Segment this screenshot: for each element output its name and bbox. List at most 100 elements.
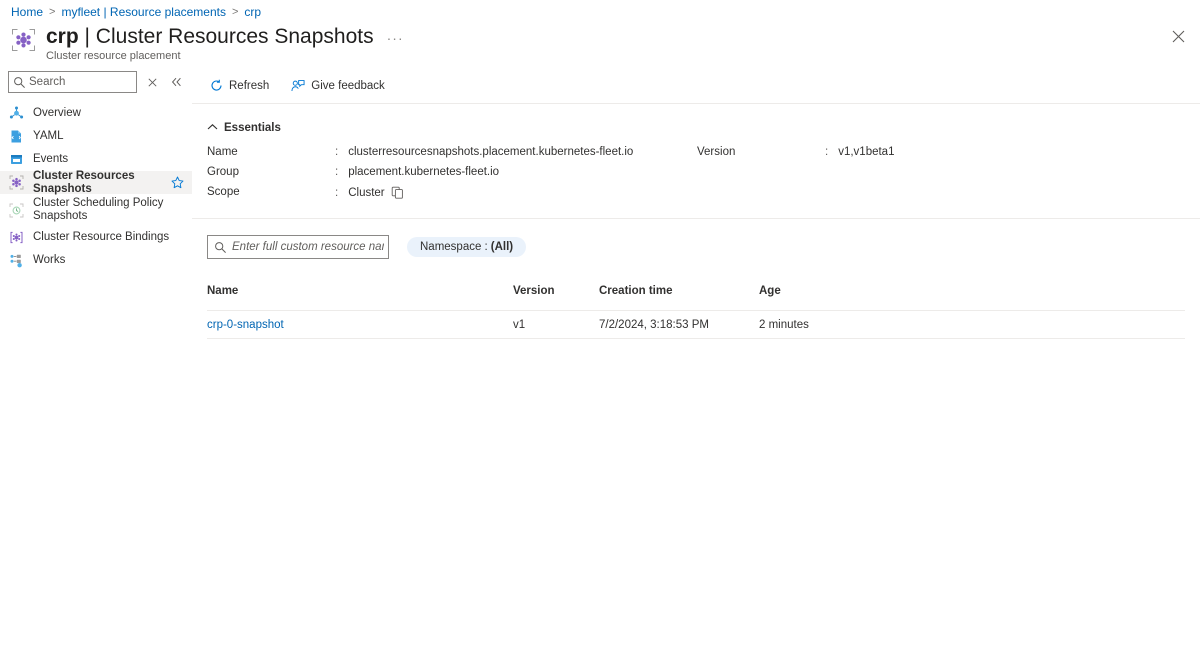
table-header-row: Name Version Creation time Age [207,285,1185,311]
essentials-key: Group [207,166,335,178]
give-feedback-label: Give feedback [311,80,385,92]
refresh-button[interactable]: Refresh [207,73,271,99]
sidebar-item-cluster-scheduling-policy-snapshots[interactable]: Cluster Scheduling Policy Snapshots [0,194,192,226]
page-title-resource: crp [46,25,79,48]
works-icon [9,253,24,268]
cell-version: v1 [513,319,599,331]
cell-age: 2 minutes [759,319,879,331]
essentials-row-name: Name : clusterresourcesnapshots.placemen… [207,146,697,166]
sidebar-item-label: Cluster Scheduling Policy Snapshots [33,197,184,223]
cell-name: crp-0-snapshot [207,319,513,331]
essentials-value: : clusterresourcesnapshots.placement.kub… [335,146,633,158]
chevron-up-icon [207,122,218,134]
namespace-filter-pill[interactable]: Namespace : (All) [407,237,526,257]
essentials-right-column: Version : v1,v1beta1 [697,146,1187,206]
table-row[interactable]: crp-0-snapshot v1 7/2/2024, 3:18:53 PM 2… [207,311,1185,339]
breadcrumb: Home > myfleet | Resource placements > c… [11,5,261,19]
essentials-value: : placement.kubernetes-fleet.io [335,166,499,178]
sidebar-item-yaml[interactable]: YAML [0,125,192,148]
close-blade-button[interactable] [1168,26,1188,46]
page-title: crp | Cluster Resources Snapshots [46,24,374,49]
cell-creation-time: 7/2/2024, 3:18:53 PM [599,319,759,331]
copy-icon[interactable] [391,186,404,199]
sidebar-item-label: Cluster Resources Snapshots [33,170,162,196]
essentials-left-column: Name : clusterresourcesnapshots.placemen… [207,146,697,206]
page-header: crp | Cluster Resources Snapshots ··· Cl… [11,24,407,62]
essentials-colon: : [335,166,338,178]
breadcrumb-separator: > [232,6,238,18]
cluster-scheduling-policy-snapshots-icon [9,203,24,218]
resource-name-filter[interactable] [207,235,389,259]
double-chevron-left-icon[interactable] [168,74,184,90]
search-box[interactable] [8,71,137,93]
title-texts: crp | Cluster Resources Snapshots ··· Cl… [46,24,407,62]
sidebar-item-label: YAML [33,130,184,143]
yaml-document-icon [9,129,24,144]
command-bar: Refresh Give feedback [192,68,1200,104]
cluster-resource-bindings-icon [9,230,24,245]
feedback-person-icon [291,79,305,93]
essentials-key: Version [697,146,825,158]
essentials-colon: : [335,187,338,199]
column-header-version[interactable]: Version [513,285,599,297]
essentials-value: : v1,v1beta1 [825,146,894,158]
column-header-name[interactable]: Name [207,285,513,297]
essentials-row-scope: Scope : Cluster [207,186,697,206]
essentials-colon: : [335,146,338,158]
sidebar-nav-list: Overview YAML [0,102,192,272]
sidebar-item-label: Overview [33,107,184,120]
page-title-section: | Cluster Resources Snapshots [79,25,374,48]
star-icon[interactable] [171,176,184,189]
overview-icon [9,106,24,121]
main-content: Refresh Give feedback [192,68,1200,655]
search-clear-icon[interactable] [145,74,161,90]
title-line: crp | Cluster Resources Snapshots ··· [46,24,407,49]
essentials-title: Essentials [224,122,281,134]
search-input[interactable] [29,73,135,91]
essentials-row-group: Group : placement.kubernetes-fleet.io [207,166,697,186]
portal-page: Home > myfleet | Resource placements > c… [0,0,1200,655]
sidebar-item-cluster-resources-snapshots[interactable]: Cluster Resources Snapshots [0,171,192,194]
refresh-label: Refresh [229,80,269,92]
essentials-key: Scope [207,186,335,198]
breadcrumb-item-crp[interactable]: crp [244,5,261,19]
sidebar-item-events[interactable]: Events [0,148,192,171]
essentials-value-text: placement.kubernetes-fleet.io [348,166,499,178]
sidebar-item-label: Cluster Resource Bindings [33,231,184,244]
column-header-creation-time[interactable]: Creation time [599,285,759,297]
breadcrumb-separator: > [49,6,55,18]
sidebar-item-works[interactable]: Works [0,249,192,272]
essentials-toggle[interactable]: Essentials [207,122,1200,134]
events-icon [9,152,24,167]
sidebar-item-overview[interactable]: Overview [0,102,192,125]
essentials-row-version: Version : v1,v1beta1 [697,146,1187,166]
sidebar-item-cluster-resource-bindings[interactable]: Cluster Resource Bindings [0,226,192,249]
essentials-value-text: Cluster [348,187,384,199]
resource-name-input[interactable] [232,237,384,257]
sidebar-item-label: Events [33,153,184,166]
snapshot-link[interactable]: crp-0-snapshot [207,319,284,331]
essentials-value: : Cluster [335,186,404,199]
essentials-colon: : [825,146,828,158]
essentials-value-text: clusterresourcesnapshots.placement.kuber… [348,146,633,158]
breadcrumb-item-myfleet[interactable]: myfleet | Resource placements [61,5,226,19]
breadcrumb-item-home[interactable]: Home [11,5,43,19]
essentials-section: Essentials Name : clusterresourcesnapsho… [192,104,1200,219]
sidebar-item-label: Works [33,254,184,267]
sidebar: Overview YAML [0,68,192,655]
filter-bar: Namespace : (All) [192,219,1200,259]
refresh-icon [209,79,223,93]
more-options-button[interactable]: ··· [384,31,407,45]
essentials-grid: Name : clusterresourcesnapshots.placemen… [207,146,1200,206]
namespace-filter-value: (All) [491,241,513,253]
namespace-filter-label: Namespace : [420,241,488,253]
cluster-resources-snapshots-icon [9,175,24,190]
search-icon [13,76,26,89]
column-header-age[interactable]: Age [759,285,879,297]
essentials-value-text: v1,v1beta1 [838,146,894,158]
cluster-resource-placement-icon [11,27,37,55]
snapshots-table: Name Version Creation time Age crp-0-sna… [192,285,1200,339]
essentials-key: Name [207,146,335,158]
give-feedback-button[interactable]: Give feedback [289,73,387,99]
search-icon [214,241,227,254]
